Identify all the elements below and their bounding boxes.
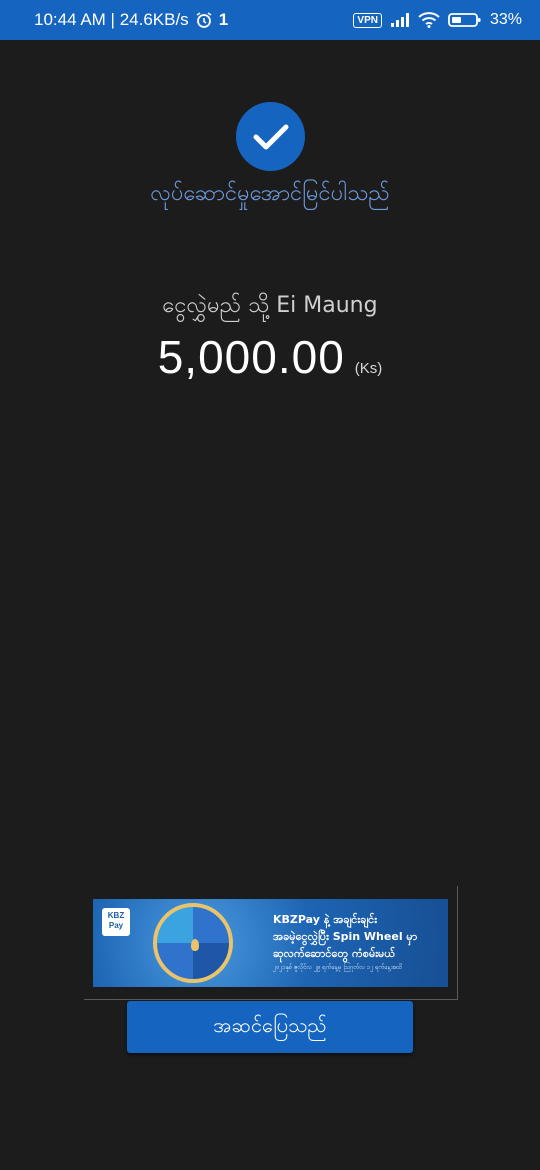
amount-value: 5,000.00	[157, 331, 345, 383]
wheel-pointer	[191, 939, 199, 951]
amount-display: 5,000.00 (Ks)	[0, 330, 540, 384]
vpn-badge: VPN	[353, 12, 382, 28]
done-button[interactable]: အဆင်ပြေသည်	[127, 1001, 413, 1053]
alarm-icon	[195, 11, 213, 29]
kbzpay-logo: KBZ Pay	[102, 908, 130, 936]
spin-wheel-graphic	[153, 903, 233, 983]
payment-success-screen: 10:44 AM | 24.6KB/s 1 VPN 33% လုပ်ဆောင်မ…	[0, 0, 540, 1170]
battery-icon	[448, 12, 482, 28]
banner-line-3: ဆုလက်ဆောင်တွေ ကံစမ်းမယ်	[273, 947, 396, 960]
status-left: 10:44 AM | 24.6KB/s 1	[34, 10, 228, 30]
promo-banner[interactable]: KBZ Pay KBZPay နဲ့ အချင်းချင်း အခမဲ့ငွေလ…	[93, 899, 448, 987]
status-right: VPN 33%	[353, 11, 522, 29]
signal-icon	[390, 12, 410, 28]
recipient-line: ငွေလွှဲမည် သို့ Ei Maung	[162, 293, 378, 318]
sim-indicator: 1	[218, 10, 229, 29]
success-check-icon	[236, 102, 305, 171]
banner-line-2: အခမဲ့ငွေလွှဲပြီး Spin Wheel မှာ	[273, 930, 418, 943]
banner-text: KBZPay နဲ့ အချင်းချင်း အခမဲ့ငွေလွှဲပြီး …	[273, 911, 445, 974]
status-bar: 10:44 AM | 24.6KB/s 1 VPN 33%	[0, 0, 540, 40]
banner-line-4: ၂၀၂၁နှစ် ဇူလိုင်လ ၂၉ ရက်နေ့မှ ဩဂုတ်လ ၁၂ …	[273, 964, 403, 971]
success-message: လုပ်ဆောင်မှုအောင်မြင်ပါသည်	[150, 181, 390, 206]
currency-label: (Ks)	[354, 360, 383, 377]
status-time-speed: 10:44 AM | 24.6KB/s	[34, 10, 189, 29]
wifi-icon	[418, 12, 440, 28]
banner-line-1: KBZPay နဲ့ အချင်းချင်း	[273, 913, 378, 926]
battery-percent: 33%	[489, 11, 522, 28]
